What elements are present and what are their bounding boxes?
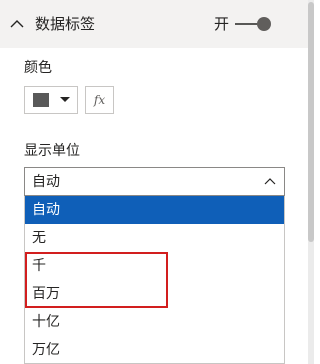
display-units-select[interactable]: 自动	[24, 167, 285, 196]
dropdown-option-millions[interactable]: 百万	[25, 280, 284, 308]
dropdown-option-none[interactable]: 无	[25, 224, 284, 252]
data-labels-section-header[interactable]: 数据标签 开	[0, 0, 308, 48]
chevron-up-icon	[264, 178, 276, 185]
conditional-formatting-fx-button[interactable]: fx	[85, 86, 114, 114]
toggle-label: 开	[214, 15, 230, 33]
scrollbar-thumb[interactable]	[308, 2, 314, 242]
color-label: 颜色	[24, 60, 52, 76]
caret-down-icon	[60, 97, 70, 102]
display-units-dropdown-list: 自动 无 千 百万 十亿 万亿	[24, 196, 285, 364]
on-off-toggle[interactable]	[235, 16, 273, 32]
color-swatch	[33, 93, 49, 107]
dropdown-option-thousands[interactable]: 千	[25, 252, 284, 280]
color-picker-button[interactable]	[24, 86, 78, 114]
section-title: 数据标签	[35, 15, 96, 33]
display-units-selected-value: 自动	[32, 174, 60, 190]
dropdown-option-auto[interactable]: 自动	[25, 196, 284, 224]
dropdown-option-trillions[interactable]: 万亿	[25, 336, 284, 363]
chevron-up-icon[interactable]	[8, 15, 26, 33]
display-units-label: 显示单位	[24, 143, 80, 159]
panel-scrollbar[interactable]	[308, 0, 314, 364]
dropdown-option-billions[interactable]: 十亿	[25, 308, 284, 336]
format-panel: 数据标签 开 颜色 fx 显示单位 自动 自动 无 千 百万 十亿 万亿	[0, 0, 314, 364]
